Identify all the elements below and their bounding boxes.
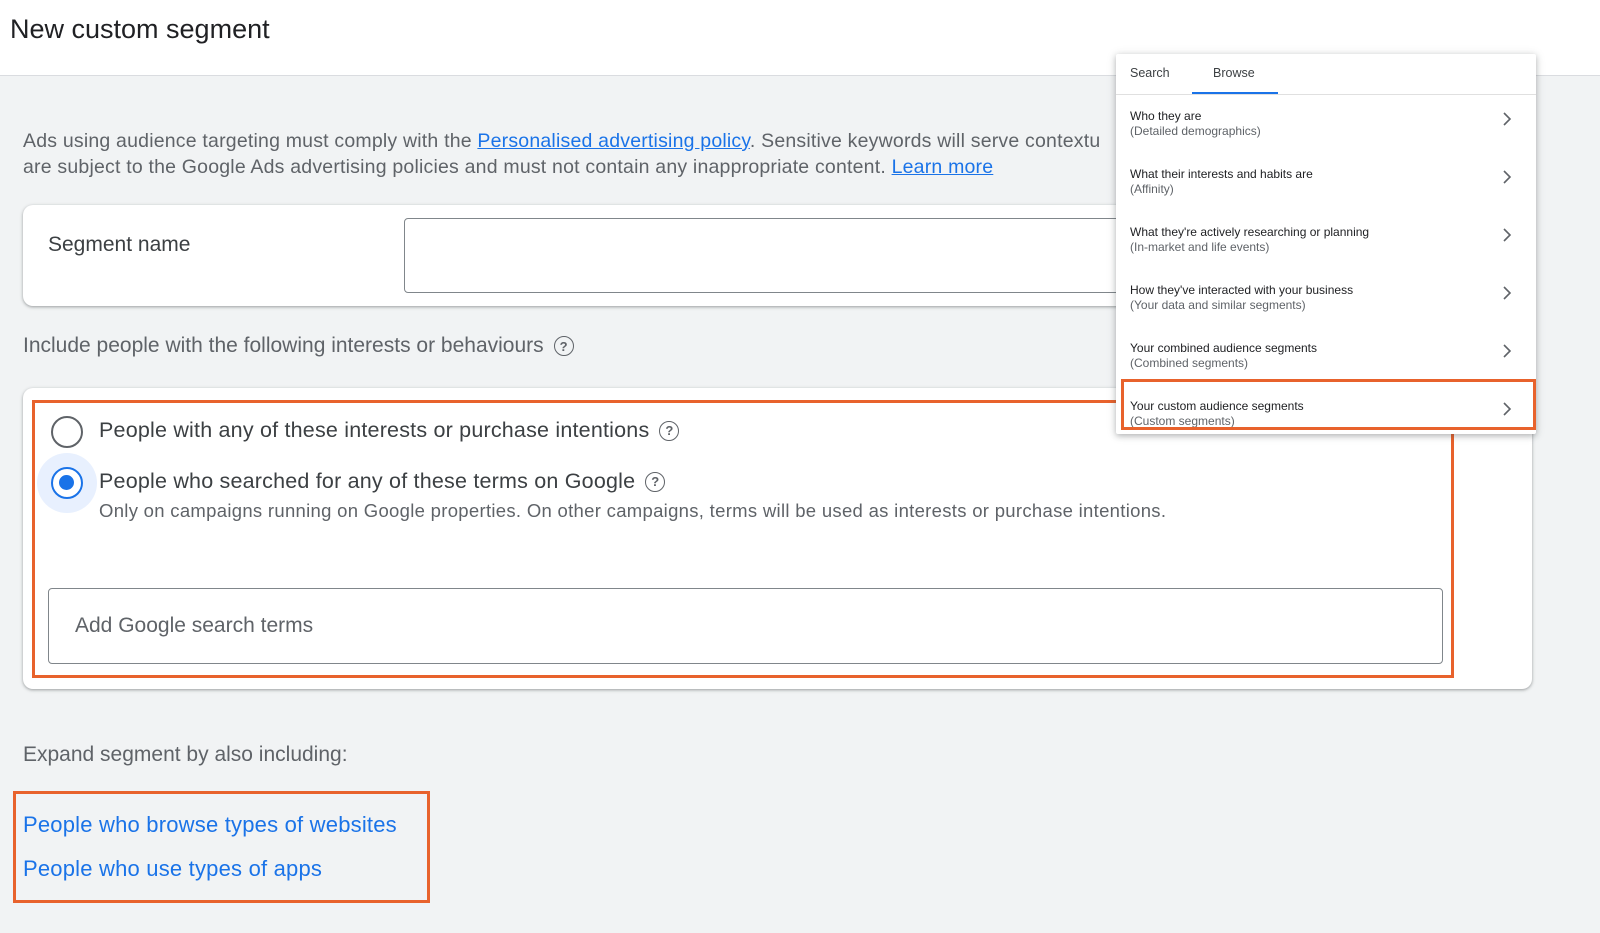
policy-link[interactable]: Personalised advertising policy <box>477 130 749 152</box>
interests-radio[interactable] <box>51 416 83 448</box>
include-label: Include people with the following intere… <box>23 334 574 358</box>
tab-search[interactable]: Search <box>1130 66 1170 80</box>
page-title: New custom segment <box>10 14 270 44</box>
menu-item-subtitle: (Custom segments) <box>1130 414 1235 428</box>
notice-text: Ads using audience targeting must comply… <box>23 130 478 152</box>
interests-option-label: People with any of these interests or pu… <box>99 418 650 442</box>
active-tab-indicator <box>1192 92 1278 94</box>
menu-item-custom-segments[interactable]: Your custom audience segments (Custom se… <box>1116 391 1536 449</box>
chevron-right-icon <box>1503 286 1512 300</box>
expand-label: Expand segment by also including: <box>23 743 348 766</box>
interests-option[interactable]: People with any of these interests or pu… <box>99 418 680 443</box>
chevron-right-icon <box>1503 402 1512 416</box>
help-circle-icon[interactable]: ? <box>553 336 574 356</box>
policy-notice: Ads using audience targeting must comply… <box>23 128 1163 180</box>
help-circle-icon[interactable]: ? <box>645 471 666 492</box>
menu-item-title: Your combined audience segments <box>1130 341 1318 355</box>
search-terms-option-label: People who searched for any of these ter… <box>99 469 636 493</box>
menu-item-title: How they've interacted with your busines… <box>1130 283 1354 297</box>
search-terms-option[interactable]: People who searched for any of these ter… <box>99 469 666 494</box>
learn-more-link[interactable]: Learn more <box>892 156 994 178</box>
menu-item-subtitle: (In-market and life events) <box>1130 240 1270 254</box>
search-terms-radio[interactable] <box>51 467 83 499</box>
menu-item-subtitle: (Affinity) <box>1130 182 1174 196</box>
menu-item-title: Who they are <box>1130 109 1202 123</box>
segment-name-card: Segment name <box>23 205 1164 306</box>
notice-text-line2: are subject to the Google Ads advertisin… <box>23 156 892 178</box>
menu-item-title: What their interests and habits are <box>1130 167 1313 181</box>
browse-panel: Search Browse Who they are (Detailed dem… <box>1116 54 1536 434</box>
browse-websites-link[interactable]: People who browse types of websites <box>23 812 397 838</box>
tab-browse[interactable]: Browse <box>1213 66 1255 80</box>
menu-item-subtitle: (Your data and similar segments) <box>1130 298 1306 312</box>
menu-item-combined-segments[interactable]: Your combined audience segments (Combine… <box>1116 333 1536 391</box>
search-terms-note: Only on campaigns running on Google prop… <box>99 500 1167 521</box>
help-circle-icon[interactable]: ? <box>659 420 680 441</box>
highlight-box-expand <box>13 791 430 903</box>
chevron-right-icon <box>1503 112 1512 126</box>
menu-item-interacted[interactable]: How they've interacted with your busines… <box>1116 275 1536 333</box>
panel-tabs: Search Browse <box>1116 54 1536 95</box>
segment-name-input[interactable] <box>404 218 1164 293</box>
chevron-right-icon <box>1503 344 1512 358</box>
menu-item-title: Your custom audience segments <box>1130 399 1304 413</box>
menu-item-researching[interactable]: What they're actively researching or pla… <box>1116 217 1536 275</box>
notice-text-middle: . Sensitive keywords will serve contextu <box>749 130 1101 152</box>
chevron-right-icon <box>1503 170 1512 184</box>
chevron-right-icon <box>1503 228 1512 242</box>
menu-item-interests-habits[interactable]: What their interests and habits are (Aff… <box>1116 159 1536 217</box>
menu-item-title: What they're actively researching or pla… <box>1130 225 1370 239</box>
menu-item-subtitle: (Combined segments) <box>1130 356 1249 370</box>
segment-name-label: Segment name <box>48 233 191 256</box>
menu-item-who-they-are[interactable]: Who they are (Detailed demographics) <box>1116 101 1536 159</box>
include-label-text: Include people with the following intere… <box>23 334 544 357</box>
search-terms-input[interactable]: Add Google search terms <box>48 588 1443 664</box>
menu-item-subtitle: (Detailed demographics) <box>1130 124 1261 138</box>
use-apps-link[interactable]: People who use types of apps <box>23 856 322 882</box>
